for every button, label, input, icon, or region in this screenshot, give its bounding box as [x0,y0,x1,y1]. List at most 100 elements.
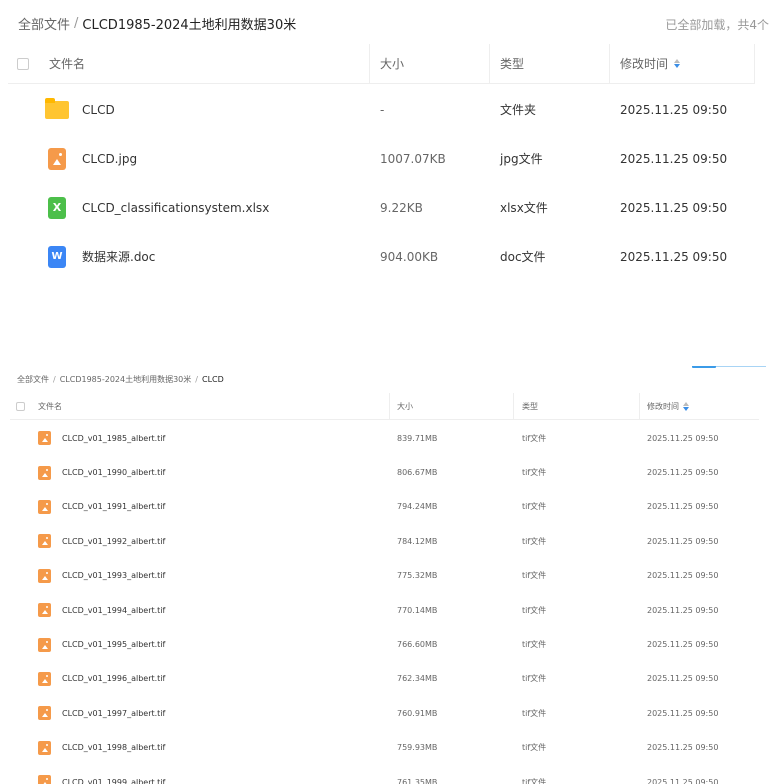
file-type: tif文件 [522,777,547,784]
file-modified: 2025.11.25 09:50 [647,640,719,650]
image-file-icon [38,671,51,686]
file-size: 794.24MB [397,502,438,512]
column-divider [754,44,755,83]
column-divider [513,393,514,419]
column-name[interactable]: 文件名 [38,393,62,419]
column-modified[interactable]: 修改时间 [647,393,689,419]
file-size: 806.67MB [397,468,438,478]
file-size: 760.91MB [397,708,438,718]
file-name[interactable]: CLCD_v01_1993_albert.tif [62,559,165,593]
image-file-icon [38,775,51,784]
column-modified-label: 修改时间 [647,401,679,411]
select-all-checkbox-wrap[interactable] [17,44,29,83]
column-type[interactable]: 类型 [522,393,538,419]
file-modified: 2025.11.25 09:50 [647,743,719,753]
image-file-icon [38,568,51,583]
word-file-icon: W [48,245,66,268]
table-row[interactable]: CLCD_v01_1994_albert.tif 770.14MB tif文件 202… [10,593,759,627]
sort-icon[interactable] [683,401,689,411]
file-type: jpg文件 [500,152,543,166]
file-name[interactable]: CLCD_v01_1991_albert.tif [62,490,165,524]
table-header: 文件名 大小 类型 修改时间 [10,393,759,420]
file-type: tif文件 [522,502,547,512]
table-row[interactable]: CLCD - 文件夹 2025.11.25 09:50 [8,85,755,134]
table-row[interactable]: CLCD_v01_1997_albert.tif 760.91MB tif文件 202… [10,696,759,730]
column-name[interactable]: 文件名 [49,44,85,83]
file-name[interactable]: CLCD_v01_1985_albert.tif [62,421,165,455]
file-size: 9.22KB [380,200,423,215]
table-row[interactable]: CLCD_v01_1993_albert.tif 775.32MB tif文件 202… [10,559,759,593]
column-type[interactable]: 类型 [500,44,524,83]
file-size: 759.93MB [397,743,438,753]
breadcrumb-separator: / [195,375,198,384]
table-row[interactable]: CLCD_v01_1995_albert.tif 766.60MB tif文件 202… [10,627,759,661]
breadcrumb-separator: / [74,16,79,31]
select-all-checkbox-wrap[interactable] [16,393,25,419]
breadcrumb-separator: / [53,375,56,384]
file-name[interactable]: CLCD_classificationsystem.xlsx [82,183,269,232]
image-file-icon [38,706,51,721]
file-type: tif文件 [522,536,547,546]
sort-icon[interactable] [674,59,681,68]
file-name[interactable]: CLCD_v01_1990_albert.tif [62,455,165,489]
breadcrumb: 全部文件 / CLCD1985-2024土地利用数据30米 / CLCD [17,374,224,385]
column-size[interactable]: 大小 [397,393,413,419]
file-name[interactable]: 数据来源.doc [82,232,155,281]
file-type: tif文件 [522,640,547,650]
column-divider [389,393,390,419]
select-all-checkbox[interactable] [16,401,25,411]
column-modified-label: 修改时间 [620,57,669,71]
table-row[interactable]: CLCD_v01_1990_albert.tif 806.67MB tif文件 202… [10,455,759,489]
file-size: - [380,102,385,117]
breadcrumb-parent[interactable]: CLCD1985-2024土地利用数据30米 [60,374,192,385]
column-size[interactable]: 大小 [380,44,404,83]
file-name[interactable]: CLCD.jpg [82,134,137,183]
table-row[interactable]: W 数据来源.doc 904.00KB doc文件 2025.11.25 09:50 [8,232,755,281]
file-name[interactable]: CLCD_v01_1997_albert.tif [62,696,165,730]
file-modified: 2025.11.25 09:50 [647,674,719,684]
file-modified: 2025.11.25 09:50 [620,151,728,166]
column-divider [609,44,610,83]
file-list-panel: 全部文件 / CLCD1985-2024土地利用数据30米 已全部加载，共4个 … [0,0,769,300]
file-size: 766.60MB [397,640,438,650]
file-type: tif文件 [522,605,547,615]
file-size: 1007.07KB [380,151,446,166]
file-name[interactable]: CLCD_v01_1996_albert.tif [62,662,165,696]
file-name[interactable]: CLCD_v01_1995_albert.tif [62,627,165,661]
table-row[interactable]: CLCD_v01_1991_albert.tif 794.24MB tif文件 202… [10,490,759,524]
table-row[interactable]: X CLCD_classificationsystem.xlsx 9.22KB xls… [8,183,755,232]
select-all-checkbox[interactable] [17,57,29,70]
breadcrumb-current: CLCD1985-2024土地利用数据30米 [82,18,297,33]
image-file-icon [38,534,51,549]
breadcrumb-current: CLCD [201,375,224,384]
image-file-icon [48,147,66,170]
breadcrumb-root[interactable]: 全部文件 [17,374,49,385]
breadcrumb-root[interactable]: 全部文件 [18,14,70,33]
table-row[interactable]: CLCD.jpg 1007.07KB jpg文件 2025.11.25 09:50 [8,134,755,183]
file-modified: 2025.11.25 09:50 [620,102,728,117]
file-name[interactable]: CLCD_v01_1992_albert.tif [62,524,165,558]
file-name[interactable]: CLCD_v01_1998_albert.tif [62,731,165,765]
table-row[interactable]: CLCD_v01_1999_albert.tif 761.35MB tif文件 202… [10,765,759,784]
file-modified: 2025.11.25 09:50 [647,502,719,512]
image-file-icon [38,465,51,480]
file-name[interactable]: CLCD [82,85,115,134]
file-modified: 2025.11.25 09:50 [647,605,719,615]
column-modified[interactable]: 修改时间 [620,44,681,83]
image-file-icon [38,637,51,652]
file-modified: 2025.11.25 09:50 [647,571,719,581]
file-name[interactable]: CLCD_v01_1999_albert.tif [62,765,165,784]
excel-file-icon: X [48,196,66,219]
table-row[interactable]: CLCD_v01_1985_albert.tif 839.71MB tif文件 202… [10,421,759,455]
image-file-icon [38,603,51,618]
file-size: 762.34MB [397,674,438,684]
table-row[interactable]: CLCD_v01_1998_albert.tif 759.93MB tif文件 202… [10,731,759,765]
progress-indicator [692,366,766,368]
table-row[interactable]: CLCD_v01_1996_albert.tif 762.34MB tif文件 202… [10,662,759,696]
column-divider [489,44,490,83]
file-name[interactable]: CLCD_v01_1994_albert.tif [62,593,165,627]
table-row[interactable]: CLCD_v01_1992_albert.tif 784.12MB tif文件 202… [10,524,759,558]
file-type: 文件夹 [500,103,537,117]
file-type: tif文件 [522,743,547,753]
table-header: 文件名 大小 类型 修改时间 [8,44,755,84]
